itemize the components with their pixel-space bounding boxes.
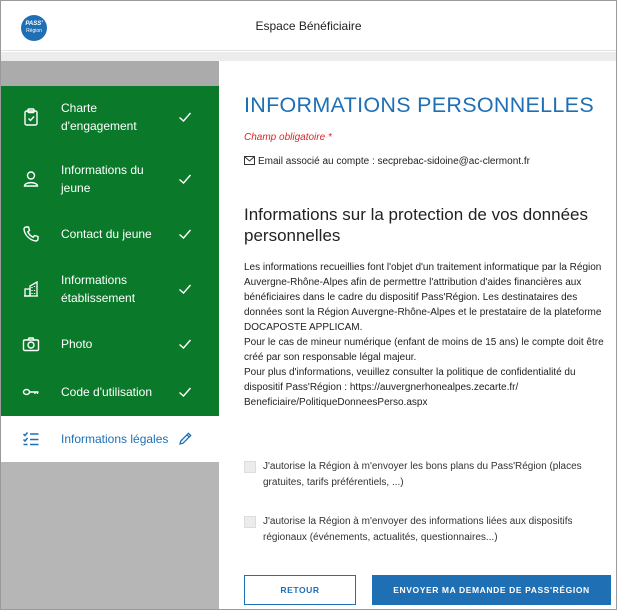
key-icon xyxy=(22,388,39,396)
sidebar-item-label: Photo xyxy=(61,337,93,351)
app-window: PASS' Région Espace Bénéficiaire Charte … xyxy=(0,0,617,610)
account-email-text: Email associé au compte : secprebac-sido… xyxy=(258,156,530,167)
sidebar-item-label: Informations légales xyxy=(61,432,169,446)
sidebar-item-photo[interactable]: Photo xyxy=(1,320,219,368)
envelope-icon xyxy=(244,156,255,165)
account-email: Email associé au compte : secprebac-sido… xyxy=(244,156,530,167)
privacy-text: Les informations recueillies font l'obje… xyxy=(244,260,612,410)
consent-bons-plans-label[interactable]: J'autorise la Région à m'envoyer les bon… xyxy=(263,459,615,491)
privacy-paragraph: Pour plus d'informations, veuillez consu… xyxy=(244,367,576,408)
check-icon xyxy=(179,112,192,122)
main-content: INFORMATIONS PERSONNELLES Champ obligato… xyxy=(219,61,616,609)
camera-icon xyxy=(22,337,40,352)
check-icon xyxy=(179,174,192,184)
back-button[interactable]: RETOUR xyxy=(244,575,356,605)
sidebar-item-label: Code d'utilisation xyxy=(61,385,153,399)
sidebar-nav: Charte d'engagement Informations du jeun… xyxy=(1,86,219,462)
submit-request-button[interactable]: ENVOYER MA DEMANDE DE PASS'RÉGION xyxy=(372,575,611,605)
page-title: INFORMATIONS PERSONNELLES xyxy=(244,93,594,117)
required-note: Champ obligatoire * xyxy=(244,132,332,143)
header: PASS' Région Espace Bénéficiaire xyxy=(1,1,616,51)
sidebar-item-label: Informations du jeune xyxy=(61,163,144,195)
consent-dispositifs-checkbox[interactable] xyxy=(244,516,256,528)
sidebar-item-contact-jeune[interactable]: Contact du jeune xyxy=(1,210,219,258)
header-divider xyxy=(1,52,616,61)
sidebar-item-informations-legales[interactable]: Informations légales xyxy=(1,416,219,462)
privacy-paragraph: Les informations recueillies font l'obje… xyxy=(244,262,602,333)
building-icon xyxy=(24,280,38,297)
sidebar: Charte d'engagement Informations du jeun… xyxy=(1,61,219,609)
consent-bons-plans-checkbox[interactable] xyxy=(244,461,256,473)
sidebar-item-label: Contact du jeune xyxy=(61,227,152,241)
phone-icon xyxy=(23,226,39,242)
check-icon xyxy=(179,339,192,349)
check-icon xyxy=(179,284,192,294)
list-icon xyxy=(22,432,39,446)
clipboard-icon xyxy=(24,108,38,126)
consent-dispositifs-label[interactable]: J'autorise la Région à m'envoyer des inf… xyxy=(263,514,615,546)
sidebar-item-informations-jeune[interactable]: Informations du jeune xyxy=(1,148,219,210)
privacy-paragraph: Pour le cas de mineur numérique (enfant … xyxy=(244,337,604,363)
sidebar-item-informations-etablissement[interactable]: Informations établissement xyxy=(1,258,219,320)
pencil-icon xyxy=(179,432,192,445)
sidebar-top-spacer xyxy=(1,61,219,86)
check-icon xyxy=(179,387,192,397)
person-icon xyxy=(23,171,39,187)
section-title: Informations sur la protection de vos do… xyxy=(244,205,588,245)
check-icon xyxy=(179,229,192,239)
sidebar-item-label: Informations établissement xyxy=(61,273,136,305)
sidebar-item-label: Charte d'engagement xyxy=(61,101,137,133)
sidebar-item-charte[interactable]: Charte d'engagement xyxy=(1,86,219,148)
header-title: Espace Bénéficiaire xyxy=(255,19,362,33)
sidebar-item-code-utilisation[interactable]: Code d'utilisation xyxy=(1,368,219,416)
